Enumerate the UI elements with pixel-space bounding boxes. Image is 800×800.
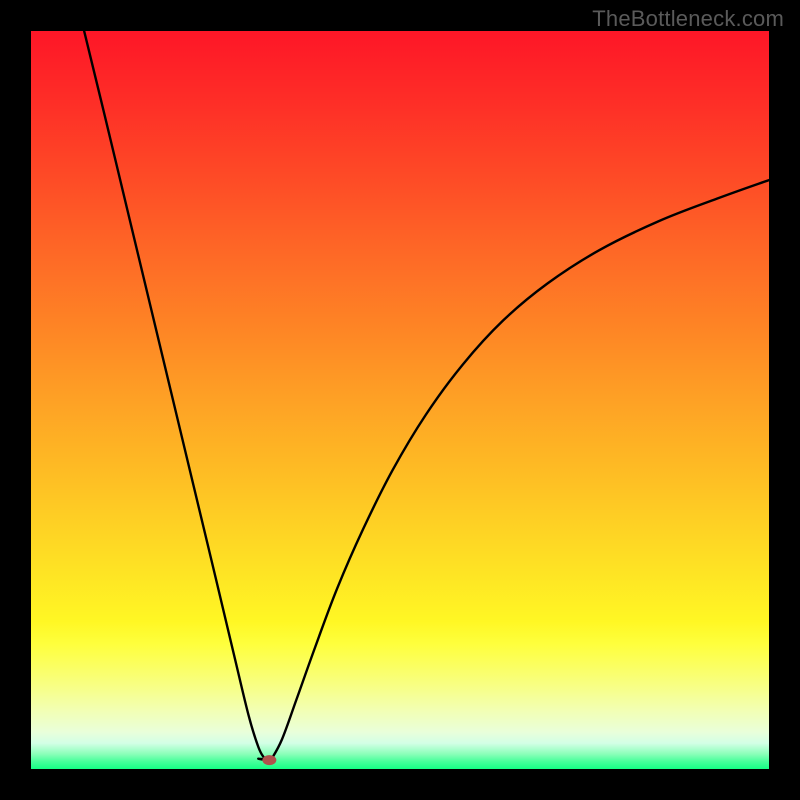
gradient-background xyxy=(31,31,769,769)
marker-dot xyxy=(262,755,276,765)
chart-frame: TheBottleneck.com xyxy=(0,0,800,800)
watermark-text: TheBottleneck.com xyxy=(592,6,784,32)
chart-svg xyxy=(31,31,769,769)
plot-area xyxy=(31,31,769,769)
